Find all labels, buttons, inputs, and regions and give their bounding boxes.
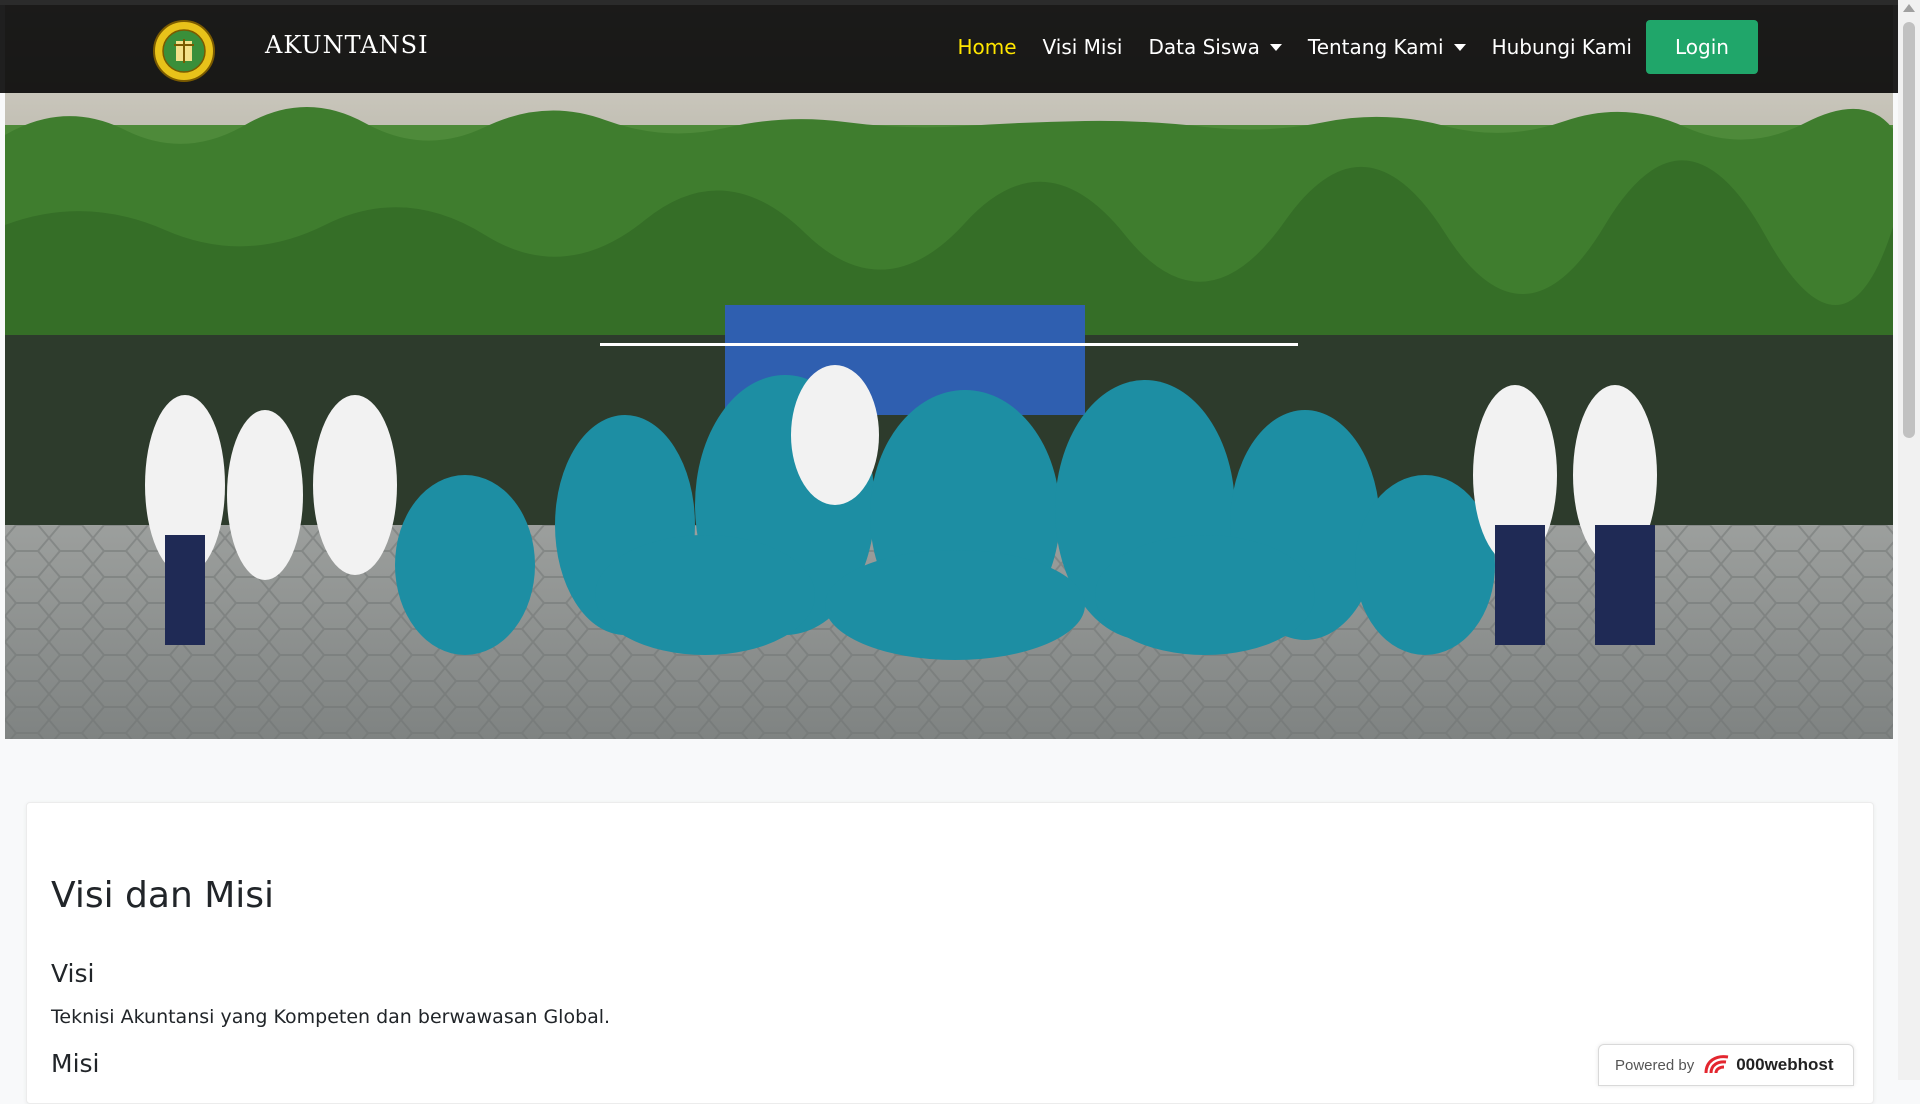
webhost-logo-icon <box>1704 1055 1729 1074</box>
nav-item-label: Data Siswa <box>1148 35 1260 59</box>
navbar: AKUNTANSI Home Visi Misi Data Siswa Tent… <box>0 5 1898 93</box>
powered-by-label: Powered by <box>1615 1056 1695 1074</box>
school-emblem-icon[interactable] <box>152 19 216 83</box>
scroll-up-icon[interactable] <box>1903 4 1915 12</box>
login-button[interactable]: Login <box>1646 20 1758 74</box>
nav-item-label: Visi Misi <box>1042 35 1123 59</box>
nav-item-label: Hubungi Kami <box>1491 35 1632 59</box>
visi-text: Teknisi Akuntansi yang Kompeten dan berw… <box>51 1006 611 1028</box>
nav-item-visi-misi[interactable]: Visi Misi <box>1043 35 1123 59</box>
caret-down-icon <box>1269 43 1282 51</box>
visi-misi-card: Visi dan Misi Visi Teknisi Akuntansi yan… <box>26 802 1874 1104</box>
hero-image <box>5 5 1893 739</box>
caret-down-icon <box>1453 43 1466 51</box>
nav-menu: Home Visi Misi Data Siswa Tentang Kami H… <box>931 19 1758 75</box>
nav-item-label: Tentang Kami <box>1307 35 1444 59</box>
section-title: Visi dan Misi <box>51 875 275 916</box>
misi-heading: Misi <box>51 1049 100 1078</box>
nav-item-hubungi-kami[interactable]: Hubungi Kami <box>1492 35 1632 59</box>
nav-item-label: Home <box>957 35 1017 59</box>
hero-divider <box>600 343 1298 346</box>
brand-name[interactable]: AKUNTANSI <box>265 31 429 59</box>
nav-item-data-siswa[interactable]: Data Siswa <box>1148 35 1282 59</box>
host-name: 000webhost <box>1736 1055 1834 1074</box>
nav-item-tentang-kami[interactable]: Tentang Kami <box>1308 35 1466 59</box>
nav-item-home[interactable]: Home <box>957 35 1016 59</box>
visi-heading: Visi <box>51 959 95 988</box>
scrollbar-thumb[interactable] <box>1903 22 1915 438</box>
